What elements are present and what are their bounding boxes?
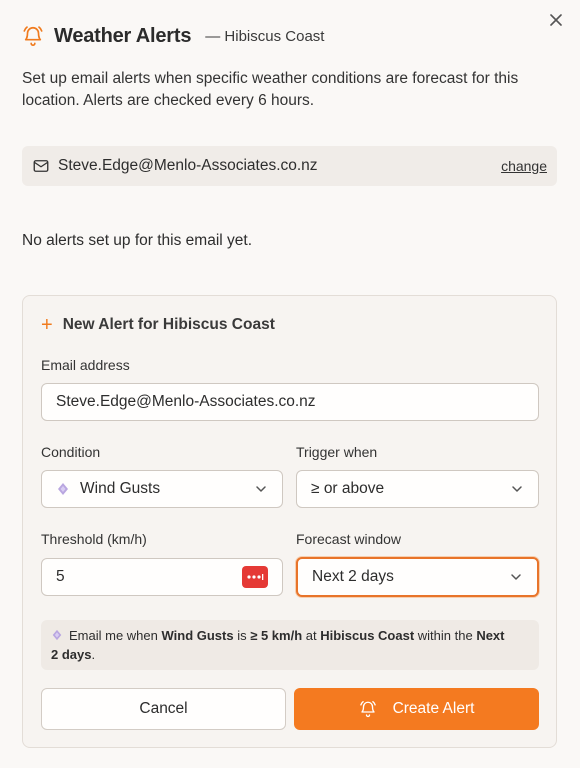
condition-select[interactable]: Wind Gusts <box>41 470 283 508</box>
condition-label: Condition <box>41 444 101 460</box>
create-alert-button[interactable]: Create Alert <box>294 688 539 730</box>
summary-mid1: is <box>233 628 251 643</box>
summary-mid3: within the <box>414 628 477 643</box>
email-field[interactable]: Steve.Edge@Menlo-Associates.co.nz <box>41 383 539 421</box>
summary-prefix: Email me when <box>69 628 162 643</box>
wind-gust-icon <box>51 627 63 641</box>
chevron-down-icon <box>512 486 522 492</box>
current-email-bar: Steve.Edge@Menlo-Associates.co.nz change <box>22 146 557 186</box>
password-manager-icon[interactable] <box>242 566 268 588</box>
dialog-description: Set up email alerts when specific weathe… <box>22 70 519 109</box>
bell-icon <box>22 25 44 47</box>
condition-value: Wind Gusts <box>80 480 161 497</box>
summary-threshold: ≥ 5 km/h <box>250 628 303 643</box>
window-value: Next 2 days <box>312 568 394 585</box>
create-alert-label: Create Alert <box>392 700 475 717</box>
cancel-button[interactable]: Cancel <box>41 688 286 730</box>
dialog-title: Weather Alerts <box>54 24 192 47</box>
summary-mid2: at <box>302 628 321 643</box>
summary-condition: Wind Gusts <box>161 628 234 643</box>
summary-suffix: . <box>91 647 96 662</box>
close-icon <box>550 14 562 26</box>
close-button[interactable] <box>546 10 566 30</box>
current-email-address: Steve.Edge@Menlo-Associates.co.nz <box>58 157 318 174</box>
wind-gust-icon <box>56 482 70 496</box>
summary-location: Hibiscus Coast <box>320 628 415 643</box>
threshold-label: Threshold (km/h) <box>41 531 147 547</box>
change-email-link[interactable]: change <box>501 158 547 174</box>
trigger-select[interactable]: ≥ or above <box>296 470 539 508</box>
location-subtitle: — Hibiscus Coast <box>205 27 325 45</box>
window-label: Forecast window <box>296 531 402 547</box>
email-field-value: Steve.Edge@Menlo-Associates.co.nz <box>56 393 316 410</box>
threshold-value: 5 <box>56 568 65 585</box>
mail-icon <box>32 157 50 175</box>
new-alert-title: New Alert for Hibiscus Coast <box>62 316 275 333</box>
email-label: Email address <box>41 357 130 373</box>
summary-window-b: 2 days <box>51 647 92 662</box>
threshold-input[interactable]: 5 <box>41 558 283 596</box>
cancel-label: Cancel <box>139 700 188 717</box>
trigger-value: ≥ or above <box>311 480 385 497</box>
summary-window-a: Next <box>476 628 505 643</box>
bell-icon <box>359 700 377 718</box>
dialog-header: Weather Alerts — Hibiscus Coast <box>22 20 558 52</box>
new-alert-heading: + New Alert for Hibiscus Coast <box>41 314 275 336</box>
trigger-label: Trigger when <box>296 444 378 460</box>
empty-state-text: No alerts set up for this email yet. <box>22 232 253 249</box>
forecast-window-select[interactable]: Next 2 days <box>296 557 539 597</box>
alert-summary: Email me when Wind Gusts is ≥ 5 km/h at … <box>41 620 539 670</box>
new-alert-card: + New Alert for Hibiscus Coast Email add… <box>22 295 557 748</box>
chevron-down-icon <box>511 574 521 580</box>
plus-icon: + <box>41 314 53 336</box>
chevron-down-icon <box>256 486 266 492</box>
